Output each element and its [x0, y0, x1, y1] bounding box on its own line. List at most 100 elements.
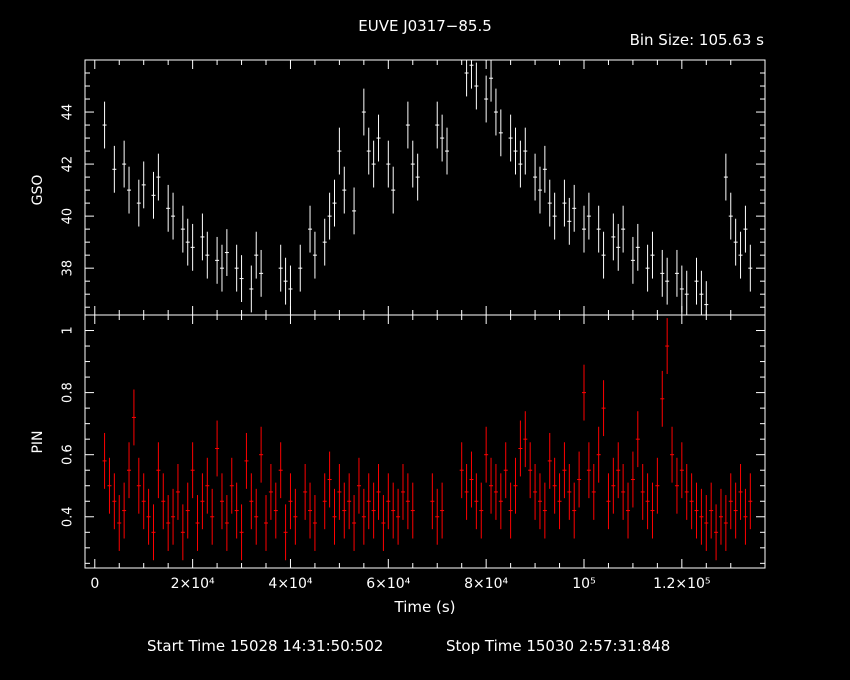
gso-data-point [445, 127, 450, 175]
gso-data-point [112, 145, 117, 193]
pin-data-point [679, 442, 684, 499]
gso-data-point [141, 161, 146, 209]
pin-data-point [733, 482, 738, 539]
pin-data-point [709, 482, 714, 539]
pin-data-point [141, 473, 146, 530]
pin-data-point [312, 495, 317, 551]
gso-data-point [743, 205, 748, 253]
gso-data-point [283, 257, 288, 305]
pin-ytick-label: 0.4 [61, 506, 76, 527]
gso-data-point [180, 205, 185, 253]
gso-ytick-label: 42 [61, 156, 76, 173]
pin-data-point [322, 473, 327, 530]
gso-data-point [738, 231, 743, 279]
pin-data-point [185, 482, 190, 539]
pin-data-point [474, 473, 479, 530]
pin-data-point [660, 370, 665, 427]
gso-data-point [474, 62, 479, 110]
pin-data-point [195, 495, 200, 551]
gso-data-point [102, 101, 107, 149]
pin-data-point [479, 482, 484, 539]
pin-data-point [493, 464, 498, 520]
pin-data-point [200, 473, 205, 530]
gso-data-point [542, 145, 547, 193]
gso-data-point [337, 127, 342, 175]
gso-data-point [674, 249, 679, 297]
pin-data-point [102, 432, 107, 489]
pin-data-point [356, 457, 361, 514]
pin-data-point [533, 464, 538, 520]
gso-data-point [601, 231, 606, 279]
pin-data-point [606, 473, 611, 530]
pin-data-point [283, 504, 288, 561]
gso-data-point [523, 127, 528, 175]
pin-data-point [293, 488, 298, 545]
pin-data-point [161, 473, 166, 530]
pin-data-point [567, 464, 572, 520]
pin-data-point [361, 488, 366, 545]
pin-data-point [591, 464, 596, 520]
pin-data-point [611, 457, 616, 514]
pin-data-point [542, 482, 547, 539]
pin-data-point [151, 504, 156, 561]
gso-data-point [171, 192, 176, 240]
gso-data-point [376, 114, 381, 162]
pin-data-point [268, 464, 273, 520]
pin-data-point [249, 473, 254, 530]
gso-data-point [586, 192, 591, 240]
gso-data-point [219, 244, 224, 292]
pin-data-point [699, 488, 704, 545]
pin-data-point [469, 451, 474, 508]
x-tick-label: 10⁵ [572, 576, 595, 592]
pin-data-point [537, 473, 542, 530]
gso-data-point [410, 140, 415, 188]
gso-data-point [234, 244, 239, 292]
pin-data-point [645, 473, 650, 530]
pin-data-point [748, 473, 753, 530]
pin-data-point [513, 457, 518, 514]
gso-data-point [562, 179, 567, 227]
gso-data-point [533, 153, 538, 201]
gso-data-point [723, 153, 728, 201]
pin-data-point [347, 473, 352, 530]
pin-data-point [743, 488, 748, 545]
pin-data-point [557, 473, 562, 530]
gso-data-point [127, 166, 132, 214]
pin-data-point [484, 426, 489, 483]
gso-ytick-label: 44 [61, 104, 76, 121]
gso-data-point [386, 140, 391, 188]
gso-data-point [493, 88, 498, 136]
gso-data-point [151, 171, 156, 219]
gso-frame [84, 59, 766, 316]
gso-data-point [518, 140, 523, 188]
pin-data-point [508, 482, 513, 539]
pin-data-point [400, 464, 405, 520]
pin-data-point [396, 488, 401, 545]
gso-data-point [650, 231, 655, 279]
pin-data-point [665, 318, 670, 374]
gso-data-point [660, 249, 665, 297]
pin-data-point [650, 482, 655, 539]
pin-ytick-label: 0.6 [61, 444, 76, 465]
gso-data-point [361, 88, 366, 136]
pin-data-point [371, 482, 376, 539]
pin-data-point [127, 442, 132, 499]
pin-panel: 0.4 0.6 0.8 1 0 2×10⁴ 4×10⁴ 6×10⁴ 8×10⁴ 10⁵ 1.2×10… [61, 314, 766, 592]
chart-title: EUVE J0317−85.5 [358, 17, 492, 35]
pin-data-point [254, 488, 259, 545]
pin-data-point [190, 442, 195, 499]
gso-data-point [136, 179, 141, 227]
gso-data-point [699, 270, 704, 315]
gso-data-point [440, 114, 445, 162]
pin-data-point [738, 464, 743, 520]
gso-data-point [611, 213, 616, 261]
pin-data-point [288, 473, 293, 530]
pin-data-point [718, 488, 723, 545]
pin-data-point [215, 420, 220, 477]
gso-data-point [215, 236, 220, 284]
stop-time-label: Stop Time 15030 2:57:31:848 [446, 637, 670, 655]
pin-data-point [528, 442, 533, 499]
gso-data-point [728, 192, 733, 240]
gso-data-point [190, 223, 195, 271]
gso-data-point [391, 166, 396, 214]
